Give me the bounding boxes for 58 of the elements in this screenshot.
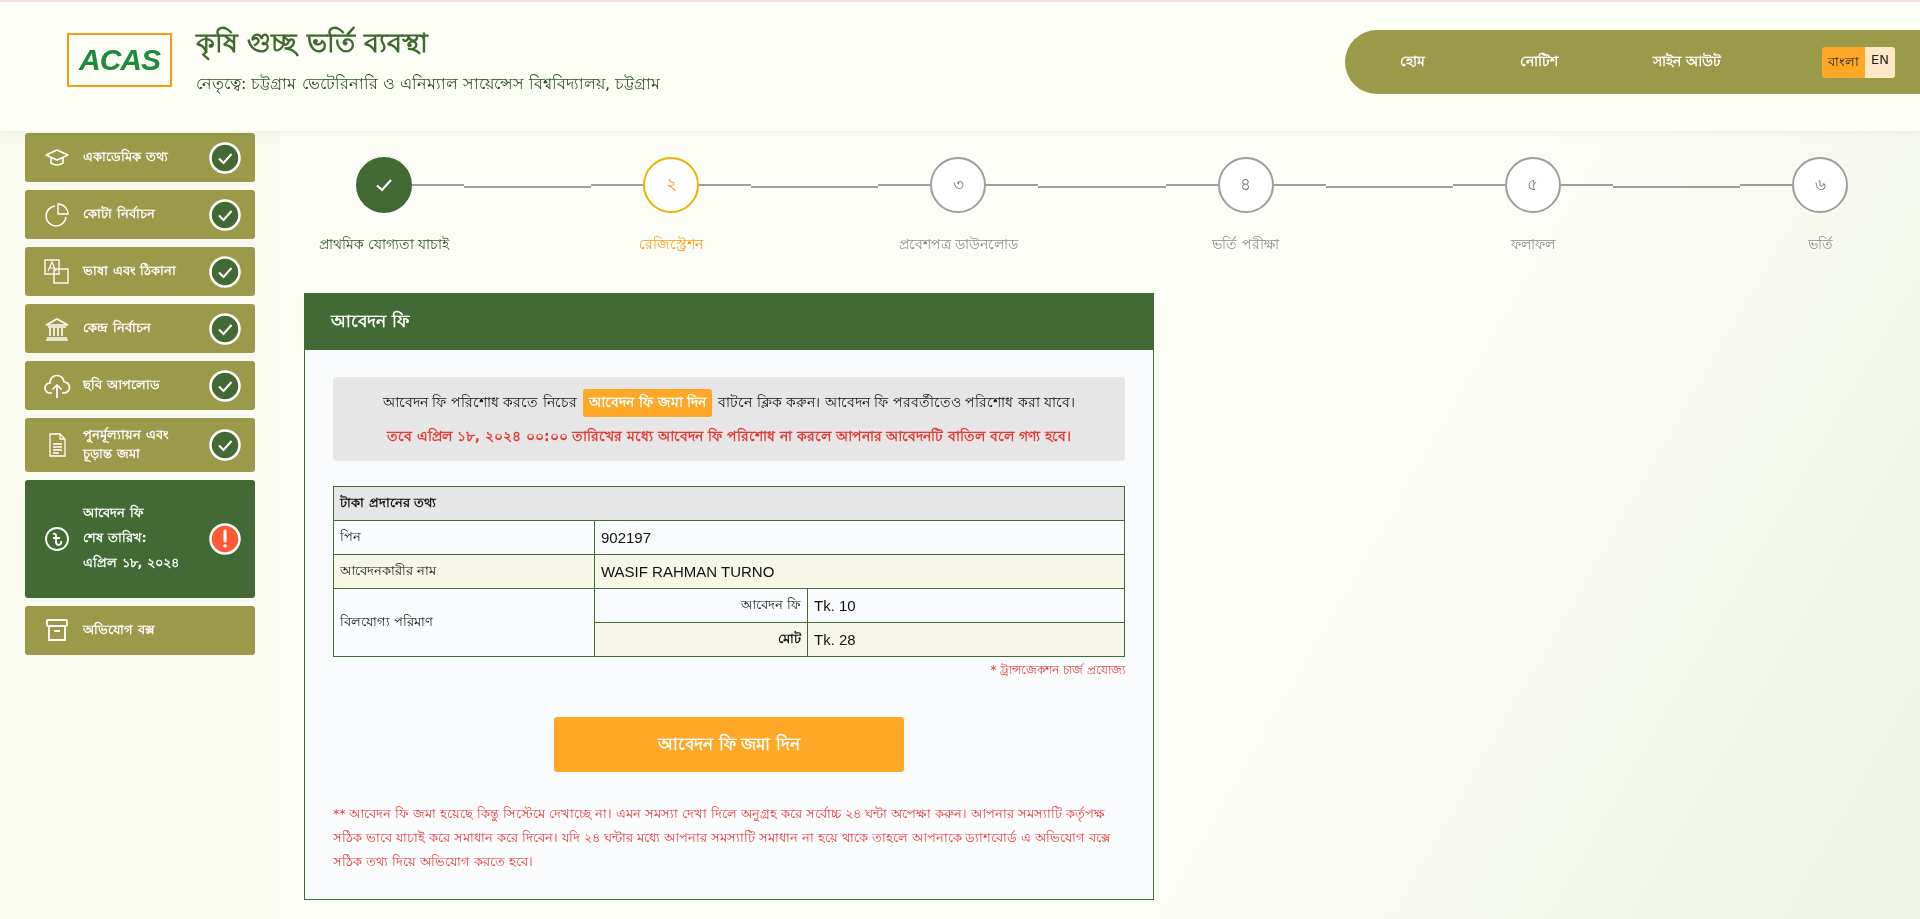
step-label: প্রাথমিক যোগ্যতা যাচাই bbox=[318, 235, 450, 254]
table-title: টাকা প্রদানের তথ্য bbox=[333, 486, 1125, 521]
site-subtitle: নেতৃত্বে: চট্টগ্রাম ভেটেরিনারি ও এনিম্যাল সায়েন্সেস বিশ্ববিদ্যালয়, চট্টগ্রাম bbox=[196, 73, 661, 96]
footnote-text: ** আবেদন ফি জমা হয়েছে কিন্তু সিস্টেমে দেখাচ্ছে না। এমন সমস্যা দেখা দিলে অনুগ্রহ করে সর্বোচ্চ ২৪ ঘন্টা অপেক্ষা করুন। আপনার সমস্যাটি কর্তৃপক্ষ সঠিক ভাবে যাচাই করে সমাধান করে দিবেন। যদি ২৪ ঘন্টার মধ্যে আপনার সমস্যাটি সমাধান না হয়ে থাকে তাহলে আপনাকে ড্যাশবোর্ড এ অভিযোগ বক্সে সঠিক তথ্য দিয়ে অভিযোগ করতে হবে। bbox=[333, 805, 1113, 871]
sidebar-item[interactable]: ছবি আপলোড bbox=[25, 361, 255, 410]
step-number: ৫ bbox=[1527, 173, 1539, 196]
table-cell: আবেদনকারীর নাম bbox=[333, 554, 595, 589]
sidebar-item[interactable]: আবেদন ফি শেষ তারিখ: এপ্রিল ১৮, ২০২৪ bbox=[25, 479, 255, 598]
sidebar-label: পুনর্মূল্যায়ন এবং চূড়ান্ত জমা bbox=[83, 426, 170, 464]
sidebar-label: কেন্দ্র নির্বাচন bbox=[83, 319, 152, 338]
step-number: ৬ bbox=[1814, 173, 1826, 196]
pay-fee-button[interactable]: আবেদন ফি জমা দিন bbox=[554, 717, 904, 772]
step-label: ভর্তি পরীক্ষা bbox=[1212, 235, 1279, 254]
deadline-text: শেষ তারিখ: bbox=[83, 529, 148, 548]
table-cell: পিন bbox=[333, 520, 595, 555]
taka-icon bbox=[43, 524, 71, 553]
sidebar-item[interactable]: ভাষা এবং ঠিকানা bbox=[25, 247, 255, 296]
language-option[interactable]: বাংলা bbox=[1822, 46, 1866, 78]
sidebar-label: ছবি আপলোড bbox=[83, 376, 161, 395]
sidebar-item[interactable]: একাডেমিক তথ্য bbox=[25, 133, 255, 182]
step-label: ফলাফল bbox=[1510, 235, 1555, 254]
highlight-label: আবেদন ফি জমা দিন bbox=[582, 389, 713, 417]
site-title: কৃষি গুচ্ছ ভর্তি ব্যবস্থা bbox=[196, 22, 661, 67]
sidebar-item[interactable]: কোটা নির্বাচন bbox=[25, 190, 255, 239]
logo: ACAS bbox=[67, 33, 172, 87]
table-cell: Tk. 10 bbox=[807, 588, 1125, 623]
translate-icon bbox=[43, 257, 71, 286]
nav-link[interactable]: নোটিশ bbox=[1520, 50, 1558, 74]
pie-chart-icon bbox=[43, 200, 71, 229]
sidebar-label: একাডেমিক তথ্য bbox=[83, 148, 169, 167]
warning-text: তবে এপ্রিল ১৮, ২০২৪ ০০:০০ তারিখের মধ্যে আবেদন ফি পরিশোধ না করলে আপনার আবেদনটি বাতিল বলে গণ্য হবে। bbox=[387, 426, 1071, 446]
card-title: আবেদন ফি bbox=[305, 294, 1153, 350]
step-number: ৪ bbox=[1240, 173, 1252, 196]
table-cell: 902197 bbox=[594, 520, 1125, 555]
sidebar-label: আবেদন ফি bbox=[83, 504, 145, 523]
table-cell: WASIF RAHMAN TURNO bbox=[594, 554, 1125, 589]
step-label: প্রবেশপত্র ডাউনলোড bbox=[898, 235, 1019, 254]
step-label: ভর্তি bbox=[1807, 235, 1833, 254]
table-cell: বিলযোগ্য পরিমাণ bbox=[333, 588, 595, 657]
notice-text: আবেদন ফি পরিশোধ করতে নিচের bbox=[382, 393, 577, 412]
nav-link[interactable]: সাইন আউট bbox=[1653, 50, 1721, 74]
table-cell: আবেদন ফি bbox=[594, 588, 808, 623]
sidebar-item[interactable]: কেন্দ্র নির্বাচন bbox=[25, 304, 255, 353]
table-cell: মোট bbox=[594, 622, 808, 657]
table-cell: Tk. 28 bbox=[807, 622, 1125, 657]
sidebar-label: কোটা নির্বাচন bbox=[83, 205, 156, 224]
sidebar-label: অভিযোগ বক্স bbox=[83, 620, 156, 639]
step-label: রেজিস্ট্রেশন bbox=[639, 235, 704, 254]
table-note: * ট্রান্সজেকশন চার্জ প্রযোজ্য bbox=[990, 662, 1125, 679]
notice-text: বাটনে ক্লিক করুন। আবেদন ফি পরবর্তীতেও পরিশোধ করা যাবে। bbox=[718, 393, 1075, 412]
step-number: ২ bbox=[665, 173, 677, 196]
step-number: ৩ bbox=[952, 173, 964, 196]
language-option[interactable]: EN bbox=[1865, 46, 1895, 78]
sidebar-item[interactable]: পুনর্মূল্যায়ন এবং চূড়ান্ত জমা bbox=[25, 418, 255, 472]
nav-link[interactable]: হোম bbox=[1400, 50, 1425, 74]
sidebar-item[interactable]: অভিযোগ বক্স bbox=[25, 605, 255, 655]
sidebar-label: ভাষা এবং ঠিকানা bbox=[83, 262, 178, 281]
deadline-text: এপ্রিল ১৮, ২০২৪ bbox=[83, 554, 180, 573]
